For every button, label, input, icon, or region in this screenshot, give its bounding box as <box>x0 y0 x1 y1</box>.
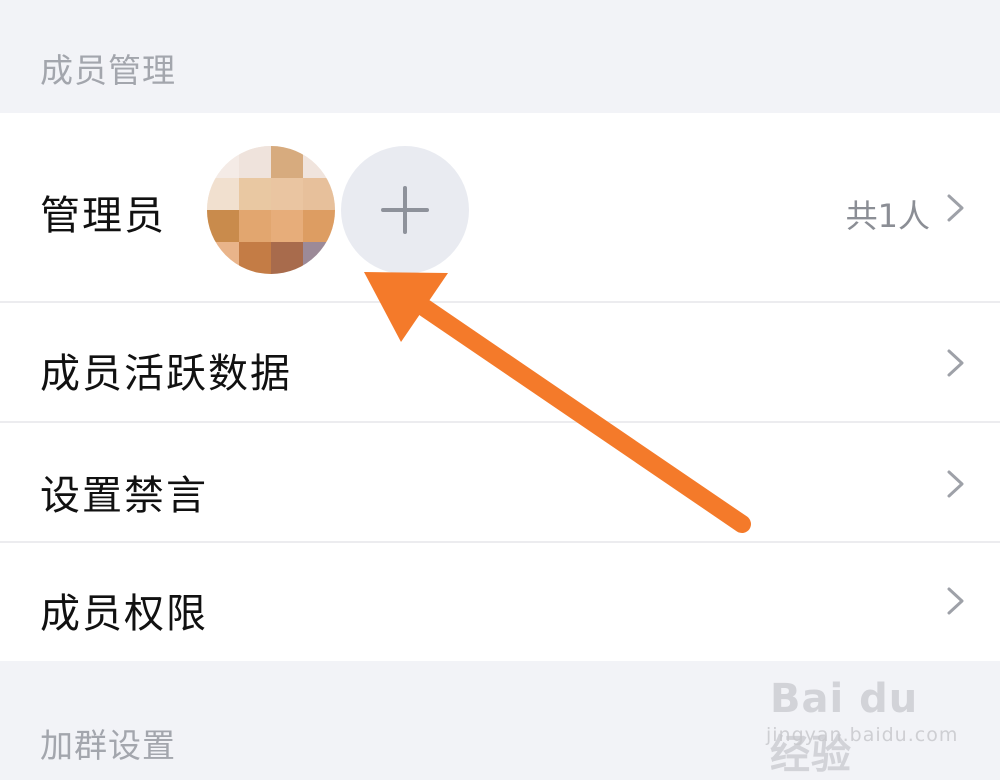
admin-label: 管理员 <box>40 193 166 239</box>
set-mute-row[interactable]: 设置禁言 <box>0 423 1000 541</box>
member-activity-label: 成员活跃数据 <box>40 351 292 397</box>
member-permissions-row[interactable]: 成员权限 <box>0 543 1000 661</box>
watermark-site: jingyan.baidu.com <box>766 724 959 746</box>
baidu-watermark: Bai du 经验 jingyan.baidu.com <box>762 662 962 778</box>
admin-count: 共1人 <box>845 197 930 235</box>
chevron-right-icon <box>947 349 964 377</box>
set-mute-label: 设置禁言 <box>40 473 208 519</box>
member-permissions-label: 成员权限 <box>40 591 208 637</box>
plus-icon <box>381 186 429 234</box>
chevron-right-icon <box>947 194 964 222</box>
section-title: 加群设置 <box>40 726 176 765</box>
admin-avatar[interactable] <box>207 146 335 274</box>
section-title: 成员管理 <box>40 51 176 90</box>
chevron-right-icon <box>947 587 964 615</box>
chevron-right-icon <box>947 470 964 498</box>
member-activity-row[interactable]: 成员活跃数据 <box>0 303 1000 421</box>
section-header-member-management: 成员管理 <box>0 0 1000 113</box>
admin-row[interactable]: 管理员 共1人 <box>0 113 1000 301</box>
add-admin-button[interactable] <box>341 146 469 274</box>
